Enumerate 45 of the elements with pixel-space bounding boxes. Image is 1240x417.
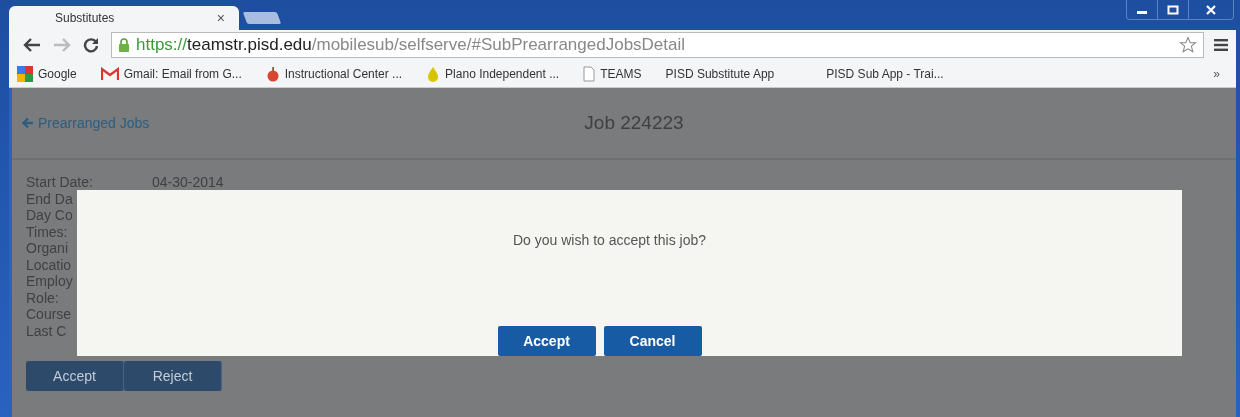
bookmark-item[interactable]: Gmail: Email from G... [94, 66, 248, 81]
action-button[interactable]: Reject [124, 361, 222, 391]
new-tab-button[interactable] [242, 12, 282, 24]
apple-icon [265, 65, 280, 82]
detail-label: Role: [26, 289, 60, 306]
detail-label: Locatio [26, 256, 73, 273]
bookmark-item[interactable]: TEAMS [577, 65, 648, 82]
detail-label: Course [26, 306, 73, 323]
bookmark-item[interactable]: PISD Substitute App [659, 66, 781, 81]
bookmark-item[interactable]: Instructional Center ... [259, 65, 409, 82]
url-text: https://teamstr.pisd.edu/mobilesub/selfserve/#SubPrearrangedJobsDetail [136, 35, 687, 55]
page-icon [583, 65, 596, 82]
close-icon [1205, 4, 1217, 15]
bookmark-item[interactable]: PISD Sub App - Trai... [820, 66, 950, 81]
grid-icon [17, 65, 33, 82]
detail-value: 04-30-2014 [152, 174, 224, 191]
mail-icon [100, 66, 119, 81]
menu-icon[interactable] [1214, 39, 1228, 51]
more-bookmarks-button[interactable]: » [1213, 66, 1220, 81]
bookmark-item[interactable]: Plano Independent ... [420, 65, 566, 82]
back-icon[interactable] [23, 38, 41, 52]
drop-icon [426, 65, 441, 82]
page-title: Job 224223 [583, 112, 684, 134]
detail-label: Organi [26, 240, 70, 257]
arrow-left-icon [22, 117, 34, 129]
lock-icon [118, 38, 130, 52]
dialog-button[interactable]: Cancel [603, 326, 702, 356]
dialog-button[interactable]: Accept [497, 326, 596, 356]
close-tab-button[interactable]: × [216, 10, 225, 26]
reload-icon[interactable] [83, 37, 99, 53]
detail-label: Last C [26, 322, 68, 339]
detail-label: Times: [26, 223, 69, 240]
detail-label: Day Co [26, 207, 74, 224]
detail-label: Start Date: [26, 174, 94, 191]
star-icon[interactable] [1179, 36, 1197, 54]
dialog-message: Do you wish to accept this job? [512, 232, 707, 248]
action-button[interactable]: Accept [26, 361, 124, 391]
detail-label: End Da [26, 190, 74, 207]
minimize-icon [1137, 11, 1147, 14]
address-bar[interactable]: https://teamstr.pisd.edu/mobilesub/selfserve/#SubPrearrangedJobsDetail [111, 32, 1204, 58]
bookmark-item[interactable]: Google [11, 65, 83, 82]
browser-tab[interactable]: Substitutes × [9, 6, 239, 30]
maximize-icon [1167, 4, 1179, 15]
tab-title: Substitutes [55, 11, 115, 25]
detail-label: Employ [26, 273, 74, 290]
